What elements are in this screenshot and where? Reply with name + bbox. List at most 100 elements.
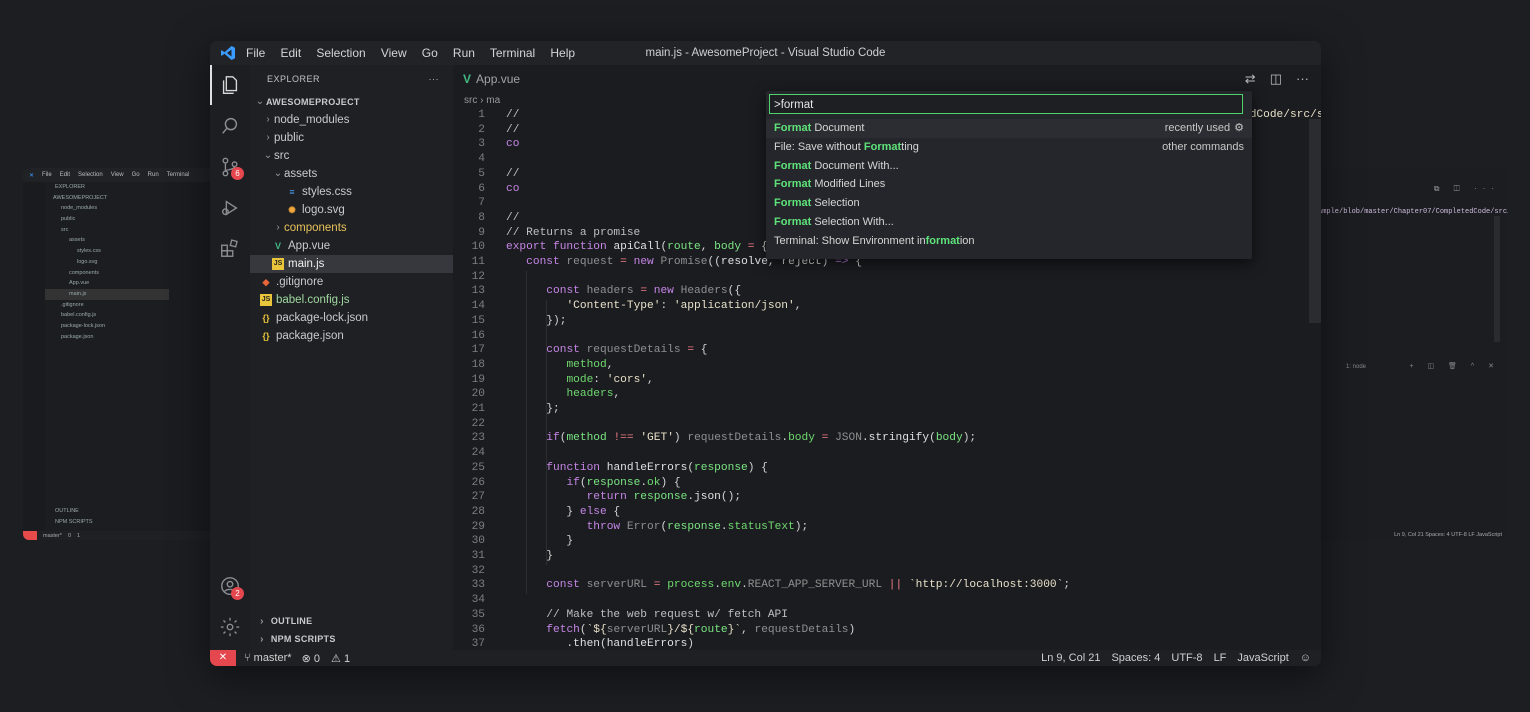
code-line: // (506, 123, 527, 136)
tab-app-vue[interactable]: V App.vue (453, 72, 520, 86)
line-number: 22 (471, 417, 485, 430)
configure-keybinding-icon[interactable]: ⚙ (1234, 119, 1244, 138)
bg-tree-item: babel.config.js (61, 312, 97, 319)
cursor-position[interactable]: Ln 9, Col 21 (1041, 652, 1100, 664)
source-control-badge: 6 (231, 167, 244, 180)
tree-item-label: src (274, 150, 290, 162)
tree-item-node-modules[interactable]: › node_modules (250, 111, 453, 129)
tree-item-label: babel.config.js (276, 294, 350, 306)
line-number: 21 (471, 403, 485, 415)
tree-item-src[interactable]: ⌄ src (250, 147, 453, 165)
tree-item-app-vue[interactable]: V App.vue (250, 237, 453, 255)
command-palette-input[interactable]: >format (769, 94, 1243, 114)
breadcrumb-src[interactable]: src (464, 95, 477, 106)
menu-run[interactable]: Run (453, 46, 475, 60)
remote-indicator-icon[interactable]: ✕ (210, 650, 236, 666)
item-category-label: other commands (1162, 140, 1244, 153)
feedback-icon[interactable]: ☺ (1300, 652, 1311, 664)
tree-item-main-js[interactable]: JS main.js (250, 255, 453, 273)
explorer-more-icon[interactable]: ··· (429, 65, 440, 93)
bg-tree-item: App.vue (69, 280, 90, 287)
tree-item-assets[interactable]: ⌄ assets (250, 165, 453, 183)
code-line: if(method !== 'GET') requestDetails.body… (546, 432, 977, 445)
problems-status[interactable]: ⊗ 0 ⚠ 1 (302, 652, 351, 665)
command-palette-item[interactable]: Format Modified Lines (766, 175, 1252, 194)
line-number: 31 (471, 550, 485, 562)
error-count: 0 (313, 652, 320, 665)
menu-go[interactable]: Go (422, 46, 438, 60)
editor-actions: ⇄ ◫ ··· (1245, 71, 1309, 87)
command-palette-item[interactable]: Format Selection (766, 194, 1252, 213)
vue-file-icon: V (274, 241, 281, 251)
line-number: 29 (471, 520, 485, 533)
indentation[interactable]: Spaces: 4 (1111, 652, 1160, 664)
command-palette-item[interactable]: Format Selection With... (766, 213, 1252, 232)
code-line: // (506, 109, 527, 121)
breadcrumb-file[interactable]: ma (486, 95, 500, 106)
code-line: fetch(`${serverURL}/${route}`, requestDe… (546, 623, 856, 636)
code-line: return response.json(); (586, 491, 742, 504)
language-mode[interactable]: JavaScript (1237, 652, 1288, 664)
bg-editor-actions: ⧉ ◫ ··· (1433, 184, 1500, 193)
bg-tree-item: package.json (61, 333, 94, 340)
vscode-logo-icon (210, 45, 246, 61)
command-palette-item[interactable]: Format Document With... (766, 157, 1252, 176)
item-rest: ion (959, 234, 975, 247)
menu-edit[interactable]: Edit (280, 46, 301, 60)
tree-item-components[interactable]: › components (250, 219, 453, 237)
project-folder[interactable]: ⌄ AWESOMEPROJECT (250, 93, 453, 111)
tree-item-styles-css[interactable]: ≡ styles.css (250, 183, 453, 201)
open-changes-icon[interactable]: ⇄ (1245, 71, 1256, 87)
menu-terminal[interactable]: Terminal (490, 46, 535, 60)
accounts-icon[interactable]: 2 (219, 575, 244, 600)
bg-terminal-icons: + ◫ 🗑 ^ ✕ (1409, 363, 1500, 370)
tree-item-gitignore[interactable]: ◆ .gitignore (250, 273, 453, 291)
bg-tree-item: main.js (45, 288, 169, 300)
menu-file[interactable]: File (246, 46, 265, 60)
branch-status[interactable]: ⑂ master* (244, 652, 292, 664)
search-icon[interactable] (219, 115, 241, 137)
chevron-down-icon: ⌄ (273, 168, 283, 179)
outline-section[interactable]: › OUTLINE (250, 612, 453, 630)
run-debug-icon[interactable] (219, 197, 241, 219)
editor-scrollbar[interactable] (1309, 119, 1321, 323)
item-match: Format (774, 159, 812, 172)
command-palette-item[interactable]: Format Document recently used ⚙ (766, 119, 1252, 138)
encoding[interactable]: UTF-8 (1171, 652, 1202, 664)
menu-view[interactable]: View (381, 46, 407, 60)
command-palette-item[interactable]: Terminal: Show Environment information (766, 232, 1252, 251)
menu-help[interactable]: Help (550, 46, 575, 60)
menu-selection[interactable]: Selection (316, 46, 365, 60)
activity-bar: 6 2 (210, 65, 250, 650)
item-rest: Document With... (811, 159, 899, 172)
line-number: 2 (478, 123, 485, 136)
item-category-label: recently used (1164, 122, 1231, 134)
gear-icon[interactable] (219, 616, 241, 638)
code-line: // (506, 211, 527, 224)
bg-errors: 0 (67, 532, 72, 539)
code-line: throw Error(response.statusText); (586, 520, 809, 533)
files-icon[interactable] (219, 74, 241, 96)
bg-tree-item: components (69, 269, 99, 276)
line-number: 5 (478, 167, 485, 180)
command-palette-item[interactable]: File: Save without Formatting other comma… (766, 138, 1252, 157)
tree-item-logo-svg[interactable]: ✺ logo.svg (250, 201, 453, 219)
npm-scripts-section[interactable]: › NPM SCRIPTS (250, 630, 453, 648)
tree-item-public[interactable]: › public (250, 129, 453, 147)
item-match: format (925, 234, 960, 247)
branch-icon: ⑂ (244, 652, 254, 664)
tree-item-package-lock[interactable]: {} package-lock.json (250, 309, 453, 327)
error-icon: ⊗ (301, 652, 314, 665)
tree-item-package-json[interactable]: {} package.json (250, 327, 453, 345)
tree-item-babel-config[interactable]: JS babel.config.js (250, 291, 453, 309)
source-control-icon[interactable]: 6 (219, 156, 244, 180)
end-of-line[interactable]: LF (1214, 652, 1227, 664)
split-editor-icon[interactable]: ◫ (1270, 71, 1282, 87)
tree-item-label: package-lock.json (276, 312, 369, 324)
json-file-icon: {} (262, 313, 270, 323)
more-actions-icon[interactable]: ··· (1296, 71, 1309, 87)
bg-tree-item: package-lock.json (61, 322, 106, 329)
npm-scripts-label: NPM SCRIPTS (270, 634, 336, 644)
code-line: method, (566, 358, 614, 371)
extensions-icon[interactable] (219, 237, 241, 259)
